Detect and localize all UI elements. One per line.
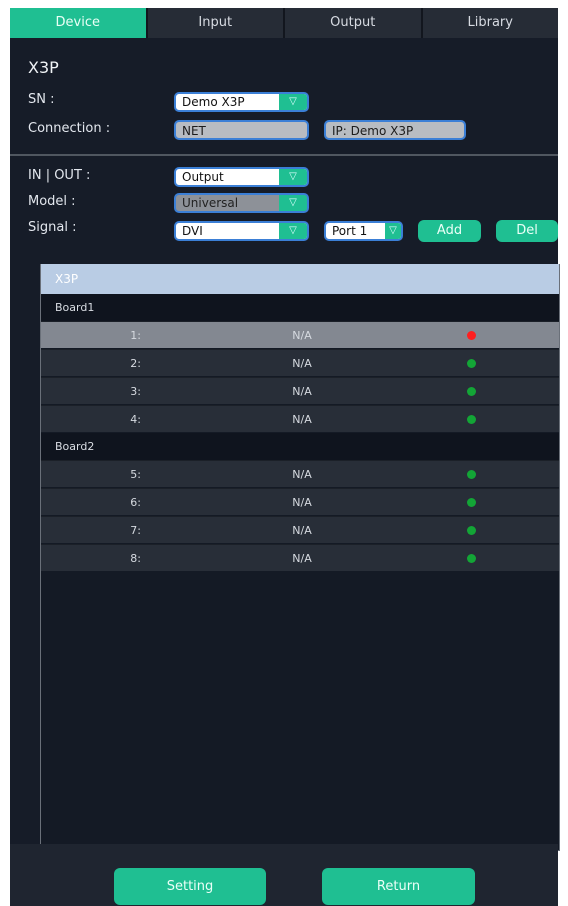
- port-number: 8:: [130, 552, 141, 565]
- port-value: N/A: [292, 385, 312, 398]
- tab-library[interactable]: Library: [422, 8, 558, 38]
- dropdown-arrow-icon: ▽: [279, 169, 307, 185]
- in-out-select[interactable]: Output ▽: [174, 167, 309, 187]
- sn-select[interactable]: Demo X3P ▽: [174, 92, 309, 112]
- add-button[interactable]: Add: [418, 220, 481, 242]
- status-dot-icon: [467, 470, 476, 479]
- sn-label: SN :: [28, 92, 55, 107]
- in-out-label: IN | OUT :: [28, 168, 91, 183]
- del-button[interactable]: Del: [496, 220, 558, 242]
- port-value: Port 1: [332, 224, 368, 238]
- status-dot-icon: [467, 387, 476, 396]
- port-row[interactable]: 7: N/A: [41, 516, 559, 543]
- tab-bar: Device Input Output Library: [10, 8, 558, 38]
- port-value: N/A: [292, 468, 312, 481]
- port-value: N/A: [292, 496, 312, 509]
- model-label: Model :: [28, 194, 76, 209]
- return-button[interactable]: Return: [322, 868, 475, 905]
- tab-device[interactable]: Device: [10, 8, 148, 38]
- dropdown-arrow-icon: ▽: [279, 94, 307, 110]
- model-value: Universal: [182, 196, 239, 210]
- setting-button[interactable]: Setting: [114, 868, 266, 905]
- port-value: N/A: [292, 524, 312, 537]
- port-number: 3:: [130, 385, 141, 398]
- status-dot-icon: [467, 359, 476, 368]
- port-list-panel: X3P Board1 1: N/A 2: N/A 3: N/A 4: N/A B…: [40, 264, 560, 851]
- status-dot-icon: [467, 331, 476, 340]
- port-row[interactable]: 8: N/A: [41, 544, 559, 571]
- port-number: 5:: [130, 468, 141, 481]
- port-row[interactable]: 5: N/A: [41, 460, 559, 487]
- connection-type-field: NET: [174, 120, 309, 140]
- port-select[interactable]: Port 1 ▽: [324, 221, 403, 241]
- port-row[interactable]: 2: N/A: [41, 349, 559, 376]
- signal-select[interactable]: DVI ▽: [174, 221, 309, 241]
- board-row[interactable]: Board2: [41, 433, 559, 460]
- model-select: Universal ▽: [174, 193, 309, 213]
- port-value: N/A: [292, 413, 312, 426]
- port-number: 2:: [130, 357, 141, 370]
- signal-label: Signal :: [28, 220, 77, 235]
- tab-output[interactable]: Output: [285, 8, 423, 38]
- tab-input[interactable]: Input: [147, 8, 285, 38]
- footer-bar: Setting Return: [10, 844, 558, 906]
- connection-ip-field: IP: Demo X3P: [324, 120, 466, 140]
- port-number: 7:: [130, 524, 141, 537]
- port-value: N/A: [292, 357, 312, 370]
- board-row[interactable]: Board1: [41, 294, 559, 321]
- status-dot-icon: [467, 526, 476, 535]
- port-value: N/A: [292, 329, 312, 342]
- port-number: 6:: [130, 496, 141, 509]
- connection-label: Connection :: [28, 121, 111, 136]
- status-dot-icon: [467, 498, 476, 507]
- port-row[interactable]: 3: N/A: [41, 377, 559, 404]
- in-out-value: Output: [182, 170, 224, 184]
- device-panel: Device Input Output Library X3P SN : Dem…: [10, 8, 560, 906]
- sn-value: Demo X3P: [182, 95, 245, 109]
- status-dot-icon: [467, 554, 476, 563]
- dropdown-arrow-icon: ▽: [385, 223, 401, 239]
- status-dot-icon: [467, 415, 476, 424]
- port-row[interactable]: 1: N/A: [41, 321, 559, 348]
- dropdown-arrow-icon: ▽: [279, 223, 307, 239]
- port-row[interactable]: 4: N/A: [41, 405, 559, 432]
- list-header: X3P: [41, 264, 559, 294]
- port-number: 4:: [130, 413, 141, 426]
- port-number: 1:: [130, 329, 141, 342]
- section-divider: [10, 154, 558, 156]
- device-title: X3P: [28, 58, 59, 77]
- port-row[interactable]: 6: N/A: [41, 488, 559, 515]
- port-value: N/A: [292, 552, 312, 565]
- signal-value: DVI: [182, 224, 203, 238]
- dropdown-arrow-icon: ▽: [279, 195, 307, 211]
